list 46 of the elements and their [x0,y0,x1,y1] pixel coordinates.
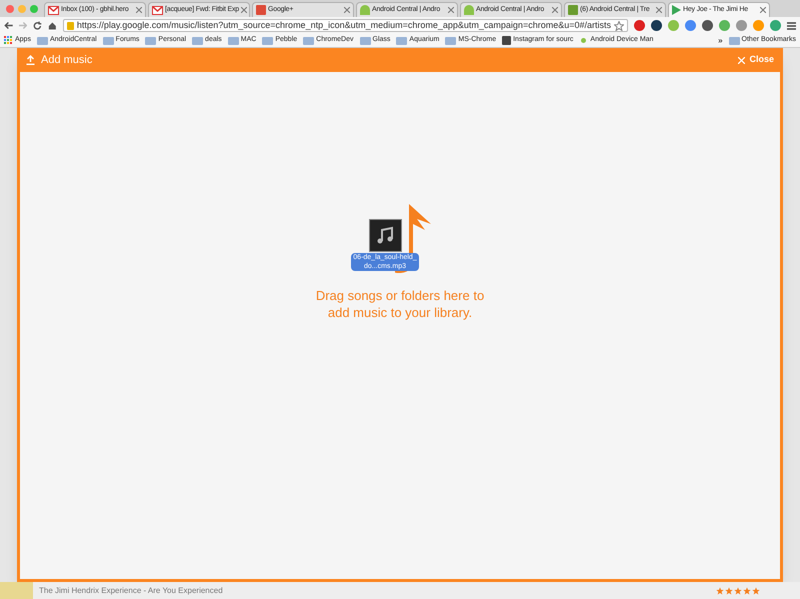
close-tab-icon[interactable] [240,7,247,13]
close-tab-icon[interactable] [136,7,142,13]
folder-icon [728,36,740,44]
folder-icon [445,36,456,44]
close-tab-icon[interactable] [552,7,558,13]
home-icon[interactable] [48,20,57,30]
folder-icon [262,36,274,44]
menu-icon[interactable] [787,22,796,30]
close-icon [738,56,746,64]
close-tab-icon[interactable] [760,7,766,13]
album-art [0,582,33,599]
folder-icon [192,36,204,44]
mail-icon [48,6,59,14]
camera-icon [502,36,512,45]
board-icon [568,5,578,15]
close-tab-icon[interactable] [344,7,350,13]
folder-icon [145,36,156,44]
bookmarks-overflow[interactable]: » [718,34,723,46]
mail-icon [152,6,163,14]
reload-icon[interactable] [33,20,42,30]
folder-icon [360,36,370,44]
close-tab-icon[interactable] [448,7,454,13]
lock-icon [66,22,74,30]
star-icon[interactable] [614,20,624,30]
extension-icon[interactable] [702,20,713,31]
robot-icon [360,5,370,15]
plus-icon [256,5,266,15]
folder-icon [102,36,114,44]
folder-icon [228,36,239,44]
dialog-title: Add music [41,52,94,68]
robot-icon [464,5,474,15]
back-icon[interactable] [4,21,13,30]
star-rating[interactable] [716,586,760,594]
forward-icon[interactable] [18,21,28,30]
folder-icon [303,36,314,44]
play-icon [672,5,681,15]
close-window-icon[interactable] [6,4,14,12]
upload-icon [26,55,35,65]
drop-instructions: Drag songs or folders here to add music to your library. [314,287,486,321]
extension-icon[interactable] [651,20,662,31]
folder-icon [36,36,48,44]
apps-grid-icon [4,36,13,45]
close-tab-icon[interactable] [656,7,662,13]
audio-file-icon[interactable] [368,219,402,252]
folder-icon [396,36,408,44]
album-artist: The Jimi Hendrix Experience - Are You Experienced [39,584,224,596]
